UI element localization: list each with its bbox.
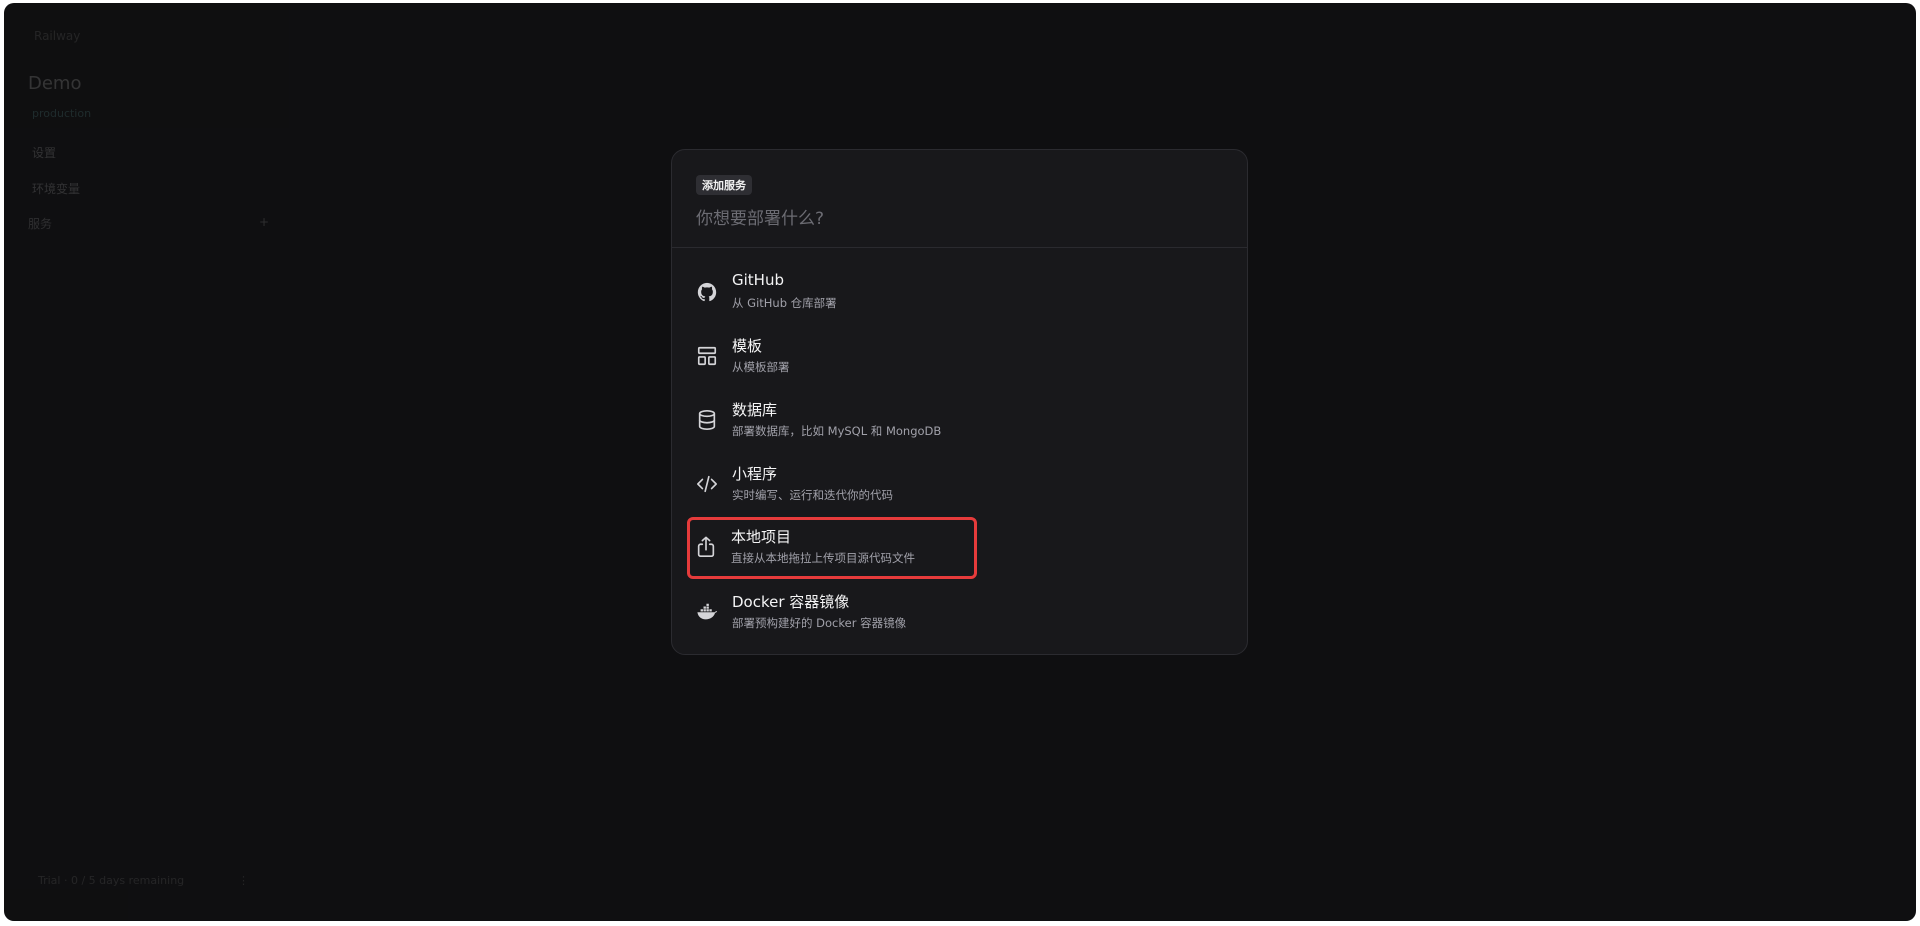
option-description: 部署预构建好的 Docker 容器镜像 <box>732 616 907 630</box>
template-icon <box>696 345 718 367</box>
sidebar: Railway Demo production 设置 环境变量 服务 + Tri… <box>4 3 290 921</box>
sidebar-logo: Railway <box>34 29 81 43</box>
option-description: 部署数据库，比如 MySQL 和 MongoDB <box>732 424 942 438</box>
services-section: 服务 + <box>28 215 269 232</box>
service-search-input[interactable] <box>696 206 1216 232</box>
sidebar-footer: Trial · 0 / 5 days remaining ⋮ <box>38 874 249 887</box>
option-template[interactable]: 模板 从模板部署 <box>689 327 976 385</box>
app-window: Railway Demo production 设置 环境变量 服务 + Tri… <box>4 3 1916 921</box>
sidebar-item-settings[interactable]: 设置 <box>32 135 80 171</box>
option-function[interactable]: 小程序 实时编写、运行和迭代你的代码 <box>689 455 976 513</box>
add-service-dialog: 添加服务 GitHub 从 GitHub 仓库部署 模板 从模板部署 <box>671 149 1248 655</box>
option-title: Docker 容器镜像 <box>732 593 850 611</box>
dialog-header: 添加服务 <box>672 150 1247 248</box>
github-icon <box>696 281 718 303</box>
services-label: 服务 <box>28 217 53 231</box>
option-local-project[interactable]: 本地项目 直接从本地拖拉上传项目源代码文件 <box>687 517 977 579</box>
option-description: 从 GitHub 仓库部署 <box>732 296 837 310</box>
docker-icon <box>696 601 718 623</box>
code-icon <box>696 473 718 495</box>
upload-icon <box>695 536 717 558</box>
project-name[interactable]: Demo <box>28 73 81 94</box>
option-database[interactable]: 数据库 部署数据库，比如 MySQL 和 MongoDB <box>689 391 976 449</box>
option-description: 直接从本地拖拉上传项目源代码文件 <box>731 551 915 565</box>
option-title: GitHub <box>732 271 784 289</box>
more-icon[interactable]: ⋮ <box>238 874 249 887</box>
dialog-tag: 添加服务 <box>696 175 752 195</box>
environment-label[interactable]: production <box>32 107 91 120</box>
trial-status: Trial · 0 / 5 days remaining <box>38 874 185 887</box>
option-title: 模板 <box>732 337 763 355</box>
option-docker-image[interactable]: Docker 容器镜像 部署预构建好的 Docker 容器镜像 <box>689 583 976 641</box>
option-title: 本地项目 <box>731 528 792 546</box>
sidebar-item-variables[interactable]: 环境变量 <box>32 171 80 207</box>
option-title: 小程序 <box>732 465 778 483</box>
database-icon <box>696 409 718 431</box>
add-service-icon[interactable]: + <box>259 215 269 232</box>
sidebar-nav: 设置 环境变量 <box>32 135 80 207</box>
option-description: 实时编写、运行和迭代你的代码 <box>732 488 893 502</box>
option-title: 数据库 <box>732 401 778 419</box>
option-github[interactable]: GitHub 从 GitHub 仓库部署 <box>689 263 976 321</box>
option-description: 从模板部署 <box>732 360 790 374</box>
